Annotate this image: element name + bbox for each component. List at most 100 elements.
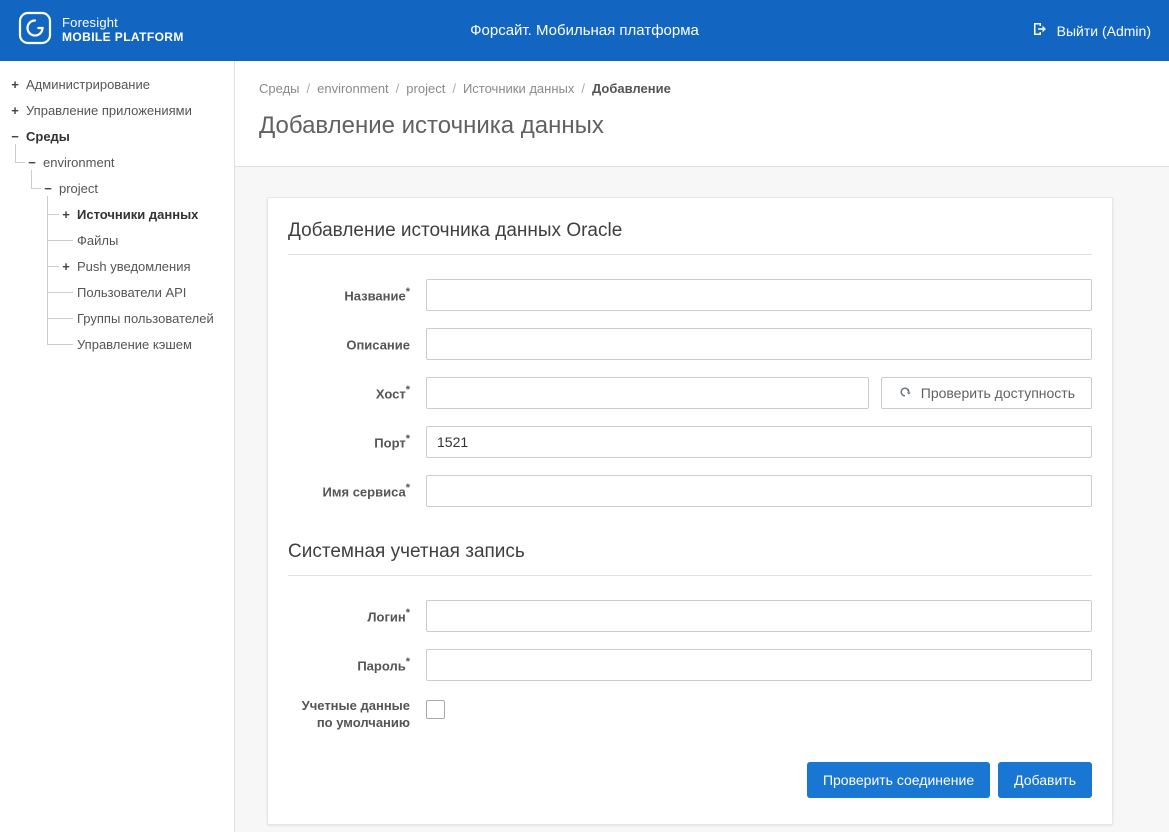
form-row-name: Название* bbox=[288, 279, 1092, 311]
tree-connector bbox=[47, 214, 59, 215]
sidebar-item-push-notifications[interactable]: + Push уведомления bbox=[0, 253, 234, 279]
required-asterisk: * bbox=[406, 433, 410, 445]
form-row-login: Логин* bbox=[288, 600, 1092, 632]
login-label: Логин* bbox=[288, 606, 410, 626]
section-title-system-account: Системная учетная запись bbox=[288, 541, 1092, 576]
form-actions: Проверить соединение Добавить bbox=[288, 762, 1092, 798]
sidebar-item-label: Группы пользователей bbox=[77, 311, 214, 326]
label-text: Хост bbox=[376, 386, 406, 401]
breadcrumb-item[interactable]: Источники данных bbox=[463, 81, 574, 96]
host-label: Хост* bbox=[288, 383, 410, 403]
page-title: Добавление источника данных bbox=[259, 112, 1145, 166]
tree-connector bbox=[47, 318, 73, 319]
sidebar-item-label: project bbox=[59, 181, 98, 196]
tree-connector bbox=[15, 144, 16, 162]
tree-connector bbox=[47, 292, 73, 293]
sidebar-item-files[interactable]: Файлы bbox=[0, 227, 234, 253]
name-field[interactable] bbox=[426, 279, 1092, 311]
expand-icon[interactable]: + bbox=[59, 259, 73, 274]
breadcrumb-separator: / bbox=[396, 81, 400, 96]
password-label: Пароль* bbox=[288, 655, 410, 675]
expand-icon[interactable]: + bbox=[8, 77, 22, 92]
add-button[interactable]: Добавить bbox=[998, 762, 1092, 798]
required-asterisk: * bbox=[406, 482, 410, 494]
label-text: Название bbox=[344, 288, 405, 303]
sidebar-item-api-users[interactable]: Пользователи API bbox=[0, 279, 234, 305]
sidebar-item-label: Управление кэшем bbox=[77, 337, 192, 352]
sidebar-item-label: Администрирование bbox=[26, 77, 150, 92]
sidebar-item-label: Управление приложениями bbox=[26, 103, 192, 118]
app-title: Форсайт. Мобильная платформа bbox=[470, 22, 699, 39]
brand-name: Foresight bbox=[62, 16, 184, 31]
main-body: Добавление источника данных Oracle Назва… bbox=[235, 167, 1169, 832]
breadcrumb-separator: / bbox=[452, 81, 456, 96]
collapse-icon[interactable]: − bbox=[25, 155, 39, 170]
sidebar-item-label: Источники данных bbox=[77, 207, 198, 222]
description-field[interactable] bbox=[426, 328, 1092, 360]
brand-logo: Foresight MOBILE PLATFORM bbox=[18, 11, 184, 50]
required-asterisk: * bbox=[406, 286, 410, 298]
breadcrumb: Среды / environment / project / Источник… bbox=[259, 81, 1145, 96]
port-field[interactable] bbox=[426, 426, 1092, 458]
required-asterisk: * bbox=[406, 384, 410, 396]
tree-connector bbox=[47, 344, 73, 345]
sidebar-item-label: Пользователи API bbox=[77, 285, 186, 300]
sidebar-tree: + Администрирование + Управление приложе… bbox=[0, 61, 235, 832]
host-field[interactable] bbox=[426, 377, 869, 409]
breadcrumb-item[interactable]: project bbox=[406, 81, 445, 96]
form-row-service-name: Имя сервиса* bbox=[288, 475, 1092, 507]
sidebar-item-environment[interactable]: − environment bbox=[0, 149, 234, 175]
description-label: Описание bbox=[288, 334, 410, 354]
sidebar-item-environments[interactable]: − Среды bbox=[0, 123, 234, 149]
sidebar-item-cache-management[interactable]: Управление кэшем bbox=[0, 331, 234, 357]
collapse-icon[interactable]: − bbox=[8, 129, 22, 144]
brand-text: Foresight MOBILE PLATFORM bbox=[62, 16, 184, 45]
label-text: Пароль bbox=[357, 658, 405, 673]
app-header: Foresight MOBILE PLATFORM Форсайт. Мобил… bbox=[0, 0, 1169, 61]
breadcrumb-item[interactable]: Среды bbox=[259, 81, 300, 96]
service-name-field[interactable] bbox=[426, 475, 1092, 507]
port-label: Порт* bbox=[288, 432, 410, 452]
check-availability-button[interactable]: Проверить доступность bbox=[881, 377, 1092, 409]
sidebar-item-user-groups[interactable]: Группы пользователей bbox=[0, 305, 234, 331]
form-row-password: Пароль* bbox=[288, 649, 1092, 681]
name-label: Название* bbox=[288, 285, 410, 305]
sidebar-item-project[interactable]: − project bbox=[0, 175, 234, 201]
logout-button[interactable]: Выйти (Admin) bbox=[1032, 21, 1151, 40]
form-card: Добавление источника данных Oracle Назва… bbox=[267, 197, 1113, 825]
breadcrumb-separator: / bbox=[307, 81, 311, 96]
tree-connector bbox=[31, 170, 32, 188]
label-text: Логин bbox=[367, 609, 405, 624]
main-content: Среды / environment / project / Источник… bbox=[235, 61, 1169, 832]
section-title-oracle: Добавление источника данных Oracle bbox=[288, 220, 1092, 255]
tree-connector bbox=[15, 162, 25, 163]
sidebar-item-label: Push уведомления bbox=[77, 259, 191, 274]
default-credentials-label: Учетные данные по умолчанию bbox=[288, 698, 410, 732]
sidebar-item-data-sources[interactable]: + Источники данных bbox=[0, 201, 234, 227]
brand-product: MOBILE PLATFORM bbox=[62, 31, 184, 45]
default-credentials-checkbox[interactable] bbox=[426, 700, 445, 719]
tree-connector bbox=[47, 266, 59, 267]
breadcrumb-current: Добавление bbox=[592, 81, 671, 96]
label-text: Порт bbox=[374, 435, 405, 450]
form-row-host: Хост* Проверить доступность bbox=[288, 377, 1092, 409]
password-field[interactable] bbox=[426, 649, 1092, 681]
expand-icon[interactable]: + bbox=[8, 103, 22, 118]
sidebar-item-label: Файлы bbox=[77, 233, 118, 248]
logout-label: Выйти (Admin) bbox=[1057, 23, 1151, 39]
breadcrumb-separator: / bbox=[581, 81, 585, 96]
check-availability-label: Проверить доступность bbox=[921, 385, 1075, 401]
expand-icon[interactable]: + bbox=[59, 207, 73, 222]
logout-icon bbox=[1032, 21, 1048, 40]
service-name-label: Имя сервиса* bbox=[288, 481, 410, 501]
required-asterisk: * bbox=[406, 656, 410, 668]
form-row-port: Порт* bbox=[288, 426, 1092, 458]
sidebar-item-app-management[interactable]: + Управление приложениями bbox=[0, 97, 234, 123]
label-text: Описание bbox=[346, 337, 410, 352]
collapse-icon[interactable]: − bbox=[41, 181, 55, 196]
form-row-default-credentials: Учетные данные по умолчанию bbox=[288, 698, 1092, 732]
breadcrumb-item[interactable]: environment bbox=[317, 81, 389, 96]
test-connection-button[interactable]: Проверить соединение bbox=[807, 762, 990, 798]
sidebar-item-administration[interactable]: + Администрирование bbox=[0, 71, 234, 97]
login-field[interactable] bbox=[426, 600, 1092, 632]
